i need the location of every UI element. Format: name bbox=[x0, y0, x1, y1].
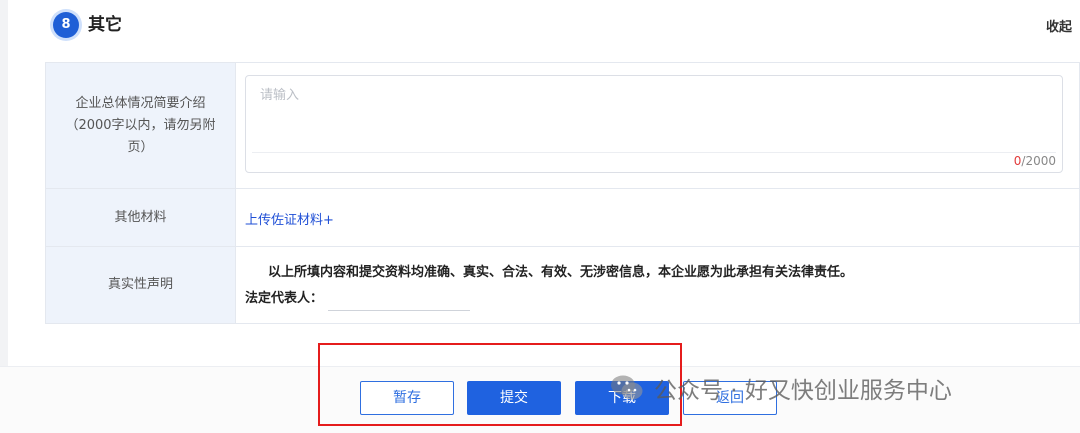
upload-materials-link[interactable]: 上传佐证材料+ bbox=[245, 209, 334, 228]
textarea-divider bbox=[252, 152, 1056, 153]
section-title: 其它 bbox=[88, 15, 122, 35]
other-info-table: 企业总体情况简要介绍（2000字以内，请勿另附页） 0/2000 其他材料 上传… bbox=[45, 62, 1080, 324]
form-row-intro: 企业总体情况简要介绍（2000字以内，请勿另附页） 0/2000 bbox=[46, 63, 1079, 189]
intro-label: 企业总体情况简要介绍（2000字以内，请勿另附页） bbox=[46, 63, 236, 188]
form-row-materials: 其他材料 上传佐证材料+ bbox=[46, 189, 1079, 247]
intro-textarea[interactable] bbox=[246, 76, 1062, 148]
collapse-link[interactable]: 收起 bbox=[1046, 16, 1072, 35]
signature-line bbox=[328, 310, 470, 311]
submit-button[interactable]: 提交 bbox=[467, 381, 561, 415]
watermark-text: 公众号 · 好又快创业服务中心 bbox=[654, 378, 952, 404]
form-card: 8 其它 收起 企业总体情况简要介绍（2000字以内，请勿另附页） 0/2000… bbox=[8, 0, 1080, 366]
wechat-icon bbox=[611, 375, 643, 400]
form-row-declaration: 真实性声明 以上所填内容和提交资料均准确、真实、合法、有效、无涉密信息，本企业愿… bbox=[46, 247, 1079, 323]
char-count-max: /2000 bbox=[1021, 154, 1056, 168]
intro-textarea-box: 0/2000 bbox=[245, 75, 1063, 173]
declaration-label: 真实性声明 bbox=[46, 247, 236, 323]
declaration-statement: 以上所填内容和提交资料均准确、真实、合法、有效、无涉密信息，本企业愿为此承担有关… bbox=[268, 265, 854, 280]
section-header: 8 其它 收起 bbox=[8, 0, 1080, 50]
char-counter: 0/2000 bbox=[1014, 154, 1056, 168]
materials-label: 其他材料 bbox=[46, 189, 236, 246]
step-number-badge: 8 bbox=[53, 12, 79, 38]
save-draft-button[interactable]: 暂存 bbox=[360, 381, 454, 415]
watermark: 公众号 · 好又快创业服务中心 bbox=[610, 370, 952, 406]
legal-representative-label: 法定代表人： bbox=[245, 291, 324, 306]
